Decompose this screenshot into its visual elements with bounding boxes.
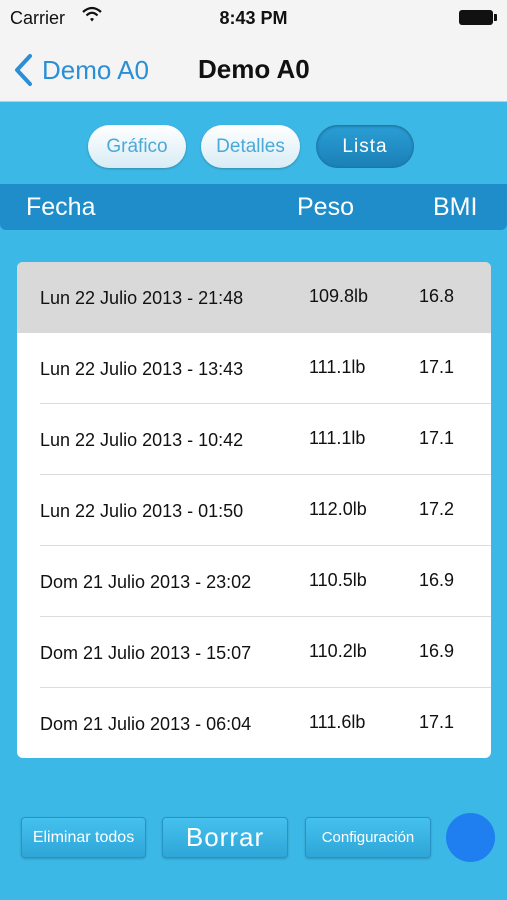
record-bmi: 17.1 <box>419 357 455 377</box>
round-action-button[interactable] <box>446 813 495 862</box>
column-header-date: Fecha <box>26 193 96 221</box>
record-date: Lun 22 Julio 2013 - 13:43 <box>40 359 244 379</box>
settings-button[interactable]: Configuración <box>305 817 431 858</box>
records-list: Lun 22 Julio 2013 - 21:48 109.8lb 16.8 L… <box>17 262 491 758</box>
list-item[interactable]: Lun 22 Julio 2013 - 01:50 112.0lb 17.2 <box>17 475 491 546</box>
navigation-bar: Demo A0 Demo A0 <box>0 36 507 102</box>
column-header-bar: Fecha Peso BMI <box>0 184 507 230</box>
record-bmi: 17.1 <box>419 428 455 448</box>
record-date: Dom 21 Julio 2013 - 15:07 <box>40 643 252 663</box>
delete-all-button[interactable]: Eliminar todos <box>21 817 146 858</box>
record-date: Dom 21 Julio 2013 - 06:04 <box>40 714 252 734</box>
column-header-bmi: BMI <box>433 193 478 221</box>
list-item[interactable]: Lun 22 Julio 2013 - 13:43 111.1lb 17.1 <box>17 333 491 404</box>
chevron-left-icon <box>15 54 32 86</box>
list-item[interactable]: Dom 21 Julio 2013 - 06:04 111.6lb 17.1 <box>17 688 491 758</box>
record-date: Lun 22 Julio 2013 - 21:48 <box>40 288 244 308</box>
delete-button[interactable]: Borrar <box>162 817 288 858</box>
record-weight: 112.0lb <box>309 499 367 519</box>
record-date: Lun 22 Julio 2013 - 10:42 <box>40 430 244 450</box>
tab-detalles[interactable]: Detalles <box>201 125 300 168</box>
record-weight: 111.6lb <box>309 712 366 732</box>
record-bmi: 16.8 <box>419 286 455 306</box>
column-header-weight: Peso <box>297 193 354 221</box>
back-button-label: Demo A0 <box>42 54 149 85</box>
record-bmi: 17.2 <box>419 499 455 519</box>
back-button[interactable]: Demo A0 <box>12 50 149 90</box>
record-weight: 110.5lb <box>309 570 367 590</box>
list-item[interactable]: Lun 22 Julio 2013 - 21:48 109.8lb 16.8 <box>17 262 491 333</box>
record-bmi: 17.1 <box>419 712 455 732</box>
record-weight: 111.1lb <box>309 428 366 448</box>
record-date: Lun 22 Julio 2013 - 01:50 <box>40 501 244 521</box>
tab-grafico[interactable]: Gráfico <box>88 125 186 168</box>
clock: 8:43 PM <box>219 8 288 28</box>
record-weight: 110.2lb <box>309 641 367 661</box>
list-item[interactable]: Dom 21 Julio 2013 - 23:02 110.5lb 16.9 <box>17 546 491 617</box>
record-bmi: 16.9 <box>419 570 455 590</box>
battery-icon <box>459 10 497 25</box>
list-item[interactable]: Lun 22 Julio 2013 - 10:42 111.1lb 17.1 <box>17 404 491 475</box>
tab-lista[interactable]: Lista <box>316 125 414 168</box>
record-weight: 109.8lb <box>309 286 369 306</box>
record-bmi: 16.9 <box>419 641 455 661</box>
record-date: Dom 21 Julio 2013 - 23:02 <box>40 572 252 592</box>
list-item[interactable]: Dom 21 Julio 2013 - 15:07 110.2lb 16.9 <box>17 617 491 688</box>
page-title: Demo A0 <box>198 54 310 84</box>
record-weight: 111.1lb <box>309 357 366 377</box>
status-bar: Carrier 8:43 PM <box>0 0 507 36</box>
